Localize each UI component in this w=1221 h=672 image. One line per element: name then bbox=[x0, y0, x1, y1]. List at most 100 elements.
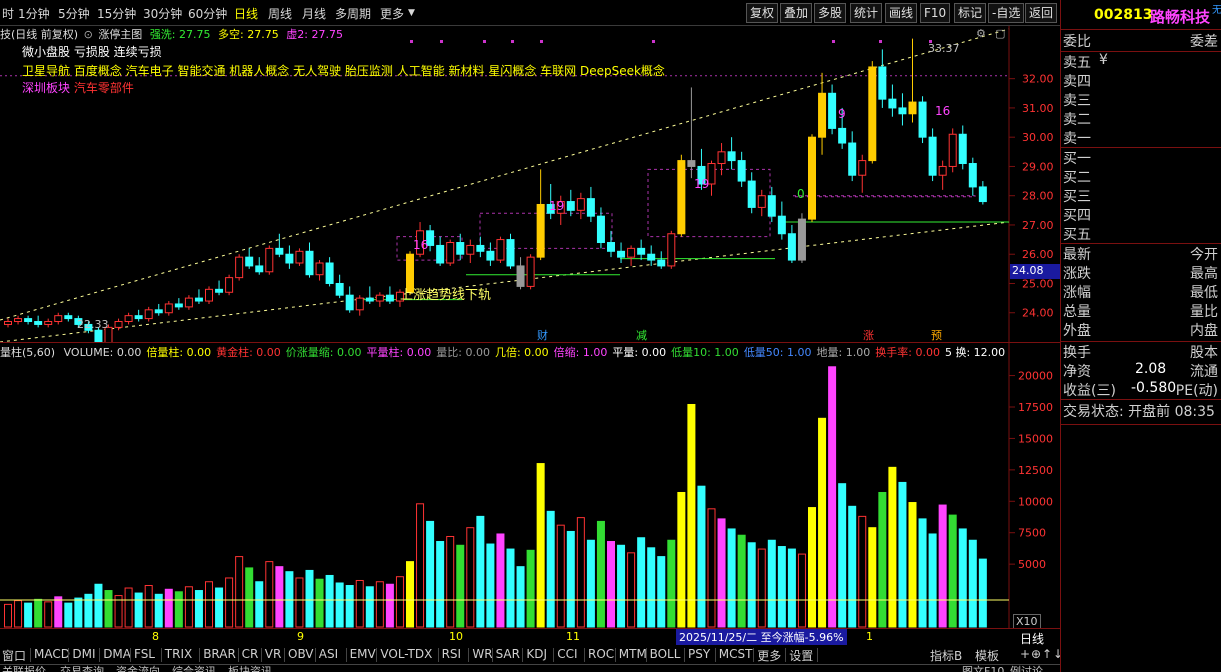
indicator-tab-obv[interactable]: OBV bbox=[288, 647, 314, 661]
indicator-tab-mtm[interactable]: MTM bbox=[619, 647, 647, 661]
period-weekly[interactable]: 周线 bbox=[268, 5, 292, 22]
quote-row[interactable]: 买五 bbox=[1063, 224, 1220, 245]
event-mark-limit[interactable]: 涨 bbox=[863, 327, 874, 343]
period-monthly[interactable]: 月线 bbox=[302, 5, 326, 22]
f10-button[interactable]: F10 bbox=[920, 3, 951, 23]
indicator-tab-emv[interactable]: EMV bbox=[350, 647, 376, 661]
quote-row[interactable]: 买四 bbox=[1063, 205, 1220, 226]
period-multi[interactable]: 多周期 bbox=[335, 5, 371, 22]
indicator-tab-窗口[interactable]: 窗口 bbox=[2, 647, 26, 664]
period-5min[interactable]: 5分钟 bbox=[58, 5, 90, 22]
quote-row[interactable]: 涨幅 最低 bbox=[1063, 282, 1220, 303]
indicator-b-tab[interactable]: 指标B bbox=[930, 647, 962, 664]
quote-row[interactable]: 卖四 bbox=[1063, 71, 1220, 92]
xu2-label: 虚2: bbox=[286, 28, 308, 41]
volume-tick-label: 7500 bbox=[1018, 527, 1046, 540]
quote-row[interactable]: 最新 今开 bbox=[1063, 244, 1220, 265]
bottom-tab[interactable]: 关联报价 bbox=[2, 665, 46, 672]
indicator-tab-sar[interactable]: SAR bbox=[496, 647, 520, 661]
candle-body bbox=[536, 203, 545, 258]
quote-row[interactable]: 外盘 内盘 bbox=[1063, 320, 1220, 341]
chevron-down-icon[interactable]: ▼ bbox=[408, 8, 415, 18]
volume-chart[interactable]: 量柱(5,60) VOLUME: 0.00 倍量柱: 0.00 黄金柱: 0.00 价… bbox=[0, 342, 1060, 629]
indicator-tab-kdj[interactable]: KDJ bbox=[526, 647, 547, 661]
draw-line-button[interactable]: 画线 bbox=[885, 3, 918, 23]
indicator-tab-trix[interactable]: TRIX bbox=[165, 647, 192, 661]
period-60min[interactable]: 60分钟 bbox=[188, 5, 227, 22]
quote-row[interactable]: 买一 bbox=[1063, 148, 1220, 169]
quote-row[interactable]: 买三 bbox=[1063, 186, 1220, 207]
scroll-up-icon[interactable]: ↑ bbox=[1042, 647, 1052, 661]
volume-bar bbox=[395, 576, 404, 628]
indicator-tab-psy[interactable]: PSY bbox=[688, 647, 710, 661]
bottom-tab[interactable]: 板块资讯 bbox=[228, 665, 272, 672]
period-daily[interactable]: 日线 bbox=[234, 5, 258, 22]
indicator-tab-cci[interactable]: CCI bbox=[557, 647, 577, 661]
quote-row[interactable]: 卖一 bbox=[1063, 128, 1220, 149]
remove-watchlist-button[interactable]: -自选 bbox=[988, 3, 1025, 23]
price-tick-label: 24.00 bbox=[1022, 307, 1054, 320]
bottom-tab[interactable]: 综合资讯 bbox=[172, 665, 216, 672]
indicator-tab-设置[interactable]: 设置 bbox=[789, 647, 813, 664]
template-tab[interactable]: 模板 bbox=[975, 647, 999, 664]
event-mark-financial[interactable]: 财 bbox=[537, 327, 548, 343]
high-price-label: 33.37 bbox=[928, 42, 960, 55]
volume-svg: 20000 17500 15000 12500 10000 7500 5000 bbox=[0, 343, 1053, 628]
multistock-button[interactable]: 多股 bbox=[814, 3, 847, 23]
candle-body bbox=[617, 250, 626, 258]
indicator-tab-更多[interactable]: 更多 bbox=[757, 647, 781, 664]
settings-icon[interactable]: ⚙ bbox=[976, 27, 986, 40]
indicator-tab-cr[interactable]: CR bbox=[242, 647, 259, 661]
indicator-tab-vr[interactable]: VR bbox=[265, 647, 282, 661]
overlay-button[interactable]: 叠加 bbox=[780, 3, 813, 23]
quote-row-label: 涨幅 bbox=[1063, 285, 1091, 301]
quote-stat-right: 最高 bbox=[1190, 266, 1218, 282]
indicator-tab-roc[interactable]: ROC bbox=[588, 647, 614, 661]
quote-row[interactable]: 卖二 bbox=[1063, 109, 1220, 130]
indicator-tab-macd[interactable]: MACD bbox=[34, 647, 70, 661]
candle-body bbox=[144, 309, 153, 320]
period-1min[interactable]: 1分钟 bbox=[18, 5, 50, 22]
stats-button[interactable]: 统计 bbox=[850, 3, 883, 23]
date-label-nov: 11 bbox=[566, 630, 580, 643]
indicator-tab-wr[interactable]: WR bbox=[472, 647, 492, 661]
zoom-in-icon[interactable]: + bbox=[1020, 647, 1030, 661]
volume-bar bbox=[255, 581, 264, 628]
reset-icon[interactable]: ⊕ bbox=[1031, 647, 1041, 661]
quote-row[interactable]: 涨跌 最高 bbox=[1063, 263, 1220, 284]
quote-row[interactable]: 总量 量比 bbox=[1063, 301, 1220, 322]
mark-button[interactable]: 标记 bbox=[954, 3, 987, 23]
indicator-tab-vol-tdx[interactable]: VOL-TDX bbox=[380, 647, 432, 661]
indicator-tab-fsl[interactable]: FSL bbox=[134, 647, 155, 661]
indicator-tab-brar[interactable]: BRAR bbox=[203, 647, 236, 661]
candle-body bbox=[194, 297, 203, 302]
bottom-tab[interactable]: 例讨论 bbox=[1010, 665, 1043, 672]
back-button[interactable]: 返回 bbox=[1025, 3, 1058, 23]
event-mark-forecast[interactable]: 预 bbox=[931, 327, 942, 343]
dropdown-icon[interactable]: ⊙ bbox=[84, 28, 93, 41]
event-mark-reduce[interactable]: 减 bbox=[636, 327, 647, 343]
indicator-tab-rsi[interactable]: RSI bbox=[442, 647, 462, 661]
quote-row[interactable]: 卖三 bbox=[1063, 90, 1220, 111]
period-15min[interactable]: 15分钟 bbox=[97, 5, 136, 22]
indicator-tab-asi[interactable]: ASI bbox=[319, 647, 338, 661]
quote-row[interactable]: 卖五 ¥ bbox=[1063, 52, 1220, 73]
indicator-tab-mcst[interactable]: MCST bbox=[719, 647, 753, 661]
fuquan-button[interactable]: 复权 bbox=[746, 3, 779, 23]
period-30min[interactable]: 30分钟 bbox=[143, 5, 182, 22]
quote-row[interactable]: 买二 bbox=[1063, 167, 1220, 188]
kline-chart[interactable]: 32.00 31.00 30.00 29.00 28.00 27.00 26.00 25.00… bbox=[0, 26, 1060, 362]
indicator-tab-dmi[interactable]: DMI bbox=[72, 647, 95, 661]
indicator-tab-boll[interactable]: BOLL bbox=[650, 647, 681, 661]
bottom-tab[interactable]: 交易查询 bbox=[60, 665, 104, 672]
candle-body bbox=[215, 288, 224, 293]
main-indicator-label[interactable]: 涨停主图 bbox=[98, 28, 142, 41]
bottom-tab[interactable]: 图文F10 bbox=[962, 665, 1004, 672]
period-more[interactable]: 更多 bbox=[380, 5, 404, 22]
expand-icon[interactable]: ▢ bbox=[995, 27, 1005, 40]
bottom-tab[interactable]: 资金流向 bbox=[116, 665, 160, 672]
stock-code: 002813 bbox=[1094, 7, 1153, 23]
candle-body bbox=[858, 160, 867, 176]
period-hour[interactable]: 时 bbox=[2, 5, 14, 22]
indicator-tab-dma[interactable]: DMA bbox=[103, 647, 131, 661]
